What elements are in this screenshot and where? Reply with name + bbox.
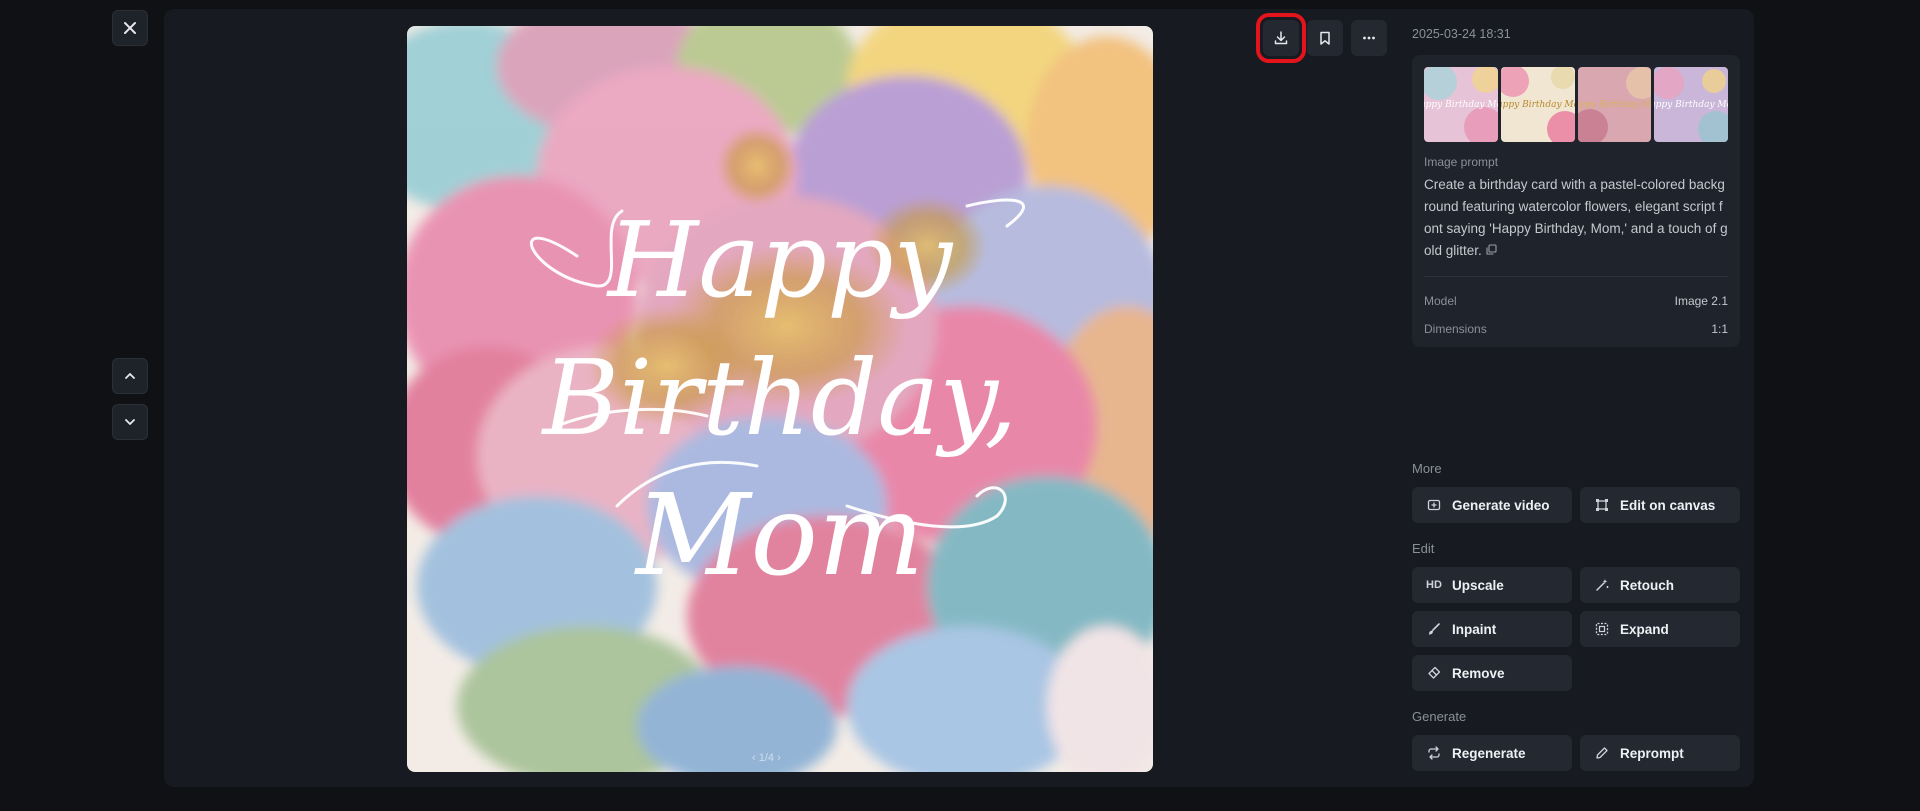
chevron-down-icon (125, 419, 135, 425)
canvas-icon (1594, 497, 1610, 513)
upscale-label: Upscale (1452, 577, 1504, 593)
retouch-button[interactable]: Retouch (1580, 567, 1740, 603)
remove-button[interactable]: Remove (1412, 655, 1572, 691)
download-icon (1274, 31, 1288, 45)
prompt-label: Image prompt (1424, 155, 1499, 169)
generate-video-button[interactable]: Generate video (1412, 487, 1572, 523)
generate-video-label: Generate video (1452, 497, 1550, 513)
pencil-icon (1594, 745, 1610, 761)
dimensions-value: 1:1 (1711, 322, 1728, 337)
generated-image: Happy Birthday, Mom (407, 26, 1153, 772)
remove-label: Remove (1452, 665, 1505, 681)
thumbnail-strip: Happy Birthday Mom Happy Birthday Mom Ha… (1424, 67, 1728, 142)
chevron-up-icon (125, 373, 135, 379)
video-plus-icon (1426, 497, 1442, 513)
inpaint-button[interactable]: Inpaint (1412, 611, 1572, 647)
more-horizontal-icon (1363, 36, 1375, 40)
image-page-indicator: ‹ 1/4 › (752, 752, 781, 764)
artwork-line-2: Birthday, (541, 337, 1018, 459)
brush-icon (1426, 621, 1442, 637)
regenerate-button[interactable]: Regenerate (1412, 735, 1572, 771)
expand-label: Expand (1620, 621, 1669, 637)
prompt-text-container: Create a birthday card with a pastel-col… (1424, 174, 1728, 262)
artwork-line-3: Mom (634, 471, 924, 601)
section-more: More (1412, 461, 1442, 476)
copy-icon (1486, 244, 1497, 255)
thumbnail-4-text: Happy Birthday Mom (1654, 100, 1728, 110)
thumbnail-3-text: Happy Birthday Mom (1578, 100, 1652, 110)
model-label: Model (1424, 294, 1457, 309)
retouch-label: Retouch (1620, 577, 1674, 593)
previous-image-button[interactable] (112, 358, 148, 394)
copy-prompt-button[interactable] (1486, 240, 1497, 262)
thumbnail-3[interactable]: Happy Birthday Mom (1577, 67, 1652, 142)
reprompt-label: Reprompt (1620, 745, 1684, 761)
expand-icon (1594, 621, 1610, 637)
thumbnail-1[interactable]: Happy Birthday Mom (1424, 67, 1498, 142)
thumbnail-2-text: Happy Birthday Mom (1501, 100, 1575, 110)
expand-button[interactable]: Expand (1580, 611, 1740, 647)
model-row: Model Image 2.1 (1424, 287, 1728, 315)
artwork-line-1: Happy (606, 199, 954, 321)
thumbnail-2[interactable]: Happy Birthday Mom (1500, 67, 1575, 142)
more-options-button[interactable] (1351, 20, 1387, 56)
eraser-icon (1426, 665, 1442, 681)
inpaint-label: Inpaint (1452, 621, 1497, 637)
thumbnail-1-text: Happy Birthday Mom (1424, 100, 1498, 110)
edit-on-canvas-label: Edit on canvas (1620, 497, 1716, 513)
prompt-text: Create a birthday card with a pastel-col… (1424, 177, 1728, 258)
bookmark-button[interactable] (1307, 20, 1343, 56)
image-info-card: Happy Birthday Mom Happy Birthday Mom Ha… (1412, 55, 1740, 347)
repeat-icon (1426, 745, 1442, 761)
regenerate-label: Regenerate (1452, 745, 1526, 761)
close-icon (124, 22, 136, 34)
image-toolbar (1256, 13, 1387, 63)
download-button[interactable] (1256, 13, 1306, 63)
thumbnail-4[interactable]: Happy Birthday Mom (1654, 67, 1728, 142)
creation-date: 2025-03-24 18:31 (1412, 27, 1511, 41)
edit-on-canvas-button[interactable]: Edit on canvas (1580, 487, 1740, 523)
info-divider (1424, 276, 1728, 278)
magic-wand-icon (1594, 577, 1610, 593)
dimensions-label: Dimensions (1424, 322, 1487, 337)
upscale-button[interactable]: HD Upscale (1412, 567, 1572, 603)
section-generate: Generate (1412, 709, 1467, 724)
bookmark-icon (1320, 31, 1330, 45)
section-edit: Edit (1412, 541, 1435, 556)
next-image-button[interactable] (112, 404, 148, 440)
hd-icon: HD (1426, 579, 1442, 591)
dimensions-row: Dimensions 1:1 (1424, 315, 1728, 343)
close-button[interactable] (112, 10, 148, 46)
reprompt-button[interactable]: Reprompt (1580, 735, 1740, 771)
model-value: Image 2.1 (1674, 294, 1728, 309)
